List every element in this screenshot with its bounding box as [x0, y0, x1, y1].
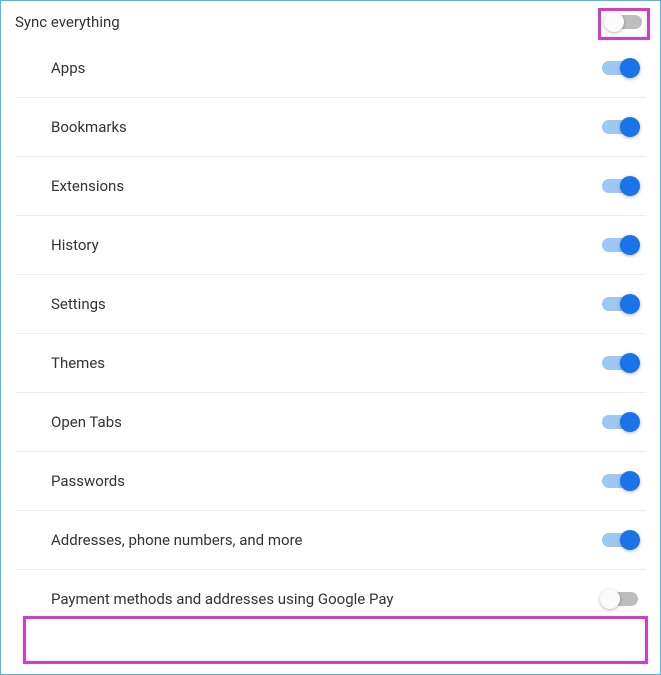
sync-item-payment-methods: Payment methods and addresses using Goog…	[15, 570, 646, 628]
sync-item-label: Apps	[51, 59, 85, 77]
sync-item-bookmarks-toggle[interactable]	[602, 120, 638, 134]
sync-item-label: Settings	[51, 295, 106, 313]
sync-item-extensions: Extensions	[15, 157, 646, 216]
sync-item-settings: Settings	[15, 275, 646, 334]
sync-item-apps: Apps	[15, 39, 646, 98]
toggle-thumb	[620, 294, 640, 314]
toggle-thumb	[620, 353, 640, 373]
sync-item-history-toggle[interactable]	[602, 238, 638, 252]
sync-item-themes-toggle[interactable]	[602, 356, 638, 370]
sync-settings-panel: Sync everything Apps Bookmarks Extension…	[0, 0, 661, 675]
sync-item-extensions-toggle[interactable]	[602, 179, 638, 193]
sync-items-list: Apps Bookmarks Extensions History	[1, 39, 660, 628]
sync-item-label: Payment methods and addresses using Goog…	[51, 590, 394, 608]
toggle-thumb	[620, 58, 640, 78]
sync-item-themes: Themes	[15, 334, 646, 393]
sync-item-label: Themes	[51, 354, 105, 372]
sync-item-open-tabs: Open Tabs	[15, 393, 646, 452]
sync-everything-row: Sync everything	[1, 1, 660, 39]
toggle-thumb	[620, 176, 640, 196]
sync-everything-label: Sync everything	[15, 13, 120, 31]
sync-item-label: History	[51, 236, 99, 254]
sync-item-label: Passwords	[51, 472, 125, 490]
sync-item-settings-toggle[interactable]	[602, 297, 638, 311]
sync-item-addresses-toggle[interactable]	[602, 533, 638, 547]
sync-item-addresses: Addresses, phone numbers, and more	[15, 511, 646, 570]
sync-item-label: Open Tabs	[51, 413, 122, 431]
toggle-thumb	[620, 235, 640, 255]
sync-item-bookmarks: Bookmarks	[15, 98, 646, 157]
toggle-thumb	[604, 12, 624, 32]
sync-item-label: Extensions	[51, 177, 124, 195]
sync-item-passwords-toggle[interactable]	[602, 474, 638, 488]
sync-item-open-tabs-toggle[interactable]	[602, 415, 638, 429]
sync-item-passwords: Passwords	[15, 452, 646, 511]
toggle-thumb	[620, 412, 640, 432]
sync-everything-toggle[interactable]	[606, 15, 642, 29]
toggle-thumb	[620, 117, 640, 137]
sync-item-apps-toggle[interactable]	[602, 61, 638, 75]
sync-item-history: History	[15, 216, 646, 275]
toggle-thumb	[620, 530, 640, 550]
toggle-thumb	[600, 589, 620, 609]
sync-item-label: Addresses, phone numbers, and more	[51, 531, 302, 549]
toggle-thumb	[620, 471, 640, 491]
sync-item-label: Bookmarks	[51, 118, 127, 136]
sync-item-payment-methods-toggle[interactable]	[602, 592, 638, 606]
